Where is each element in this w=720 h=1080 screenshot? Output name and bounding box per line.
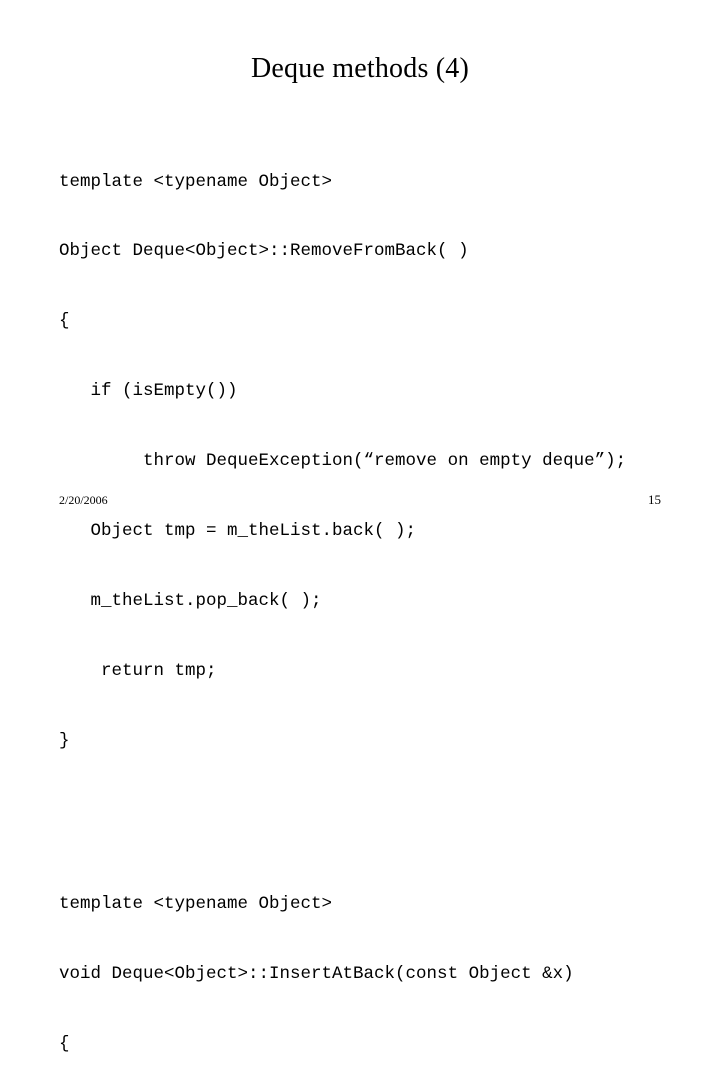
- code-area: template <typename Object> Object Deque<…: [59, 124, 699, 1080]
- slide: Deque methods (4) template <typename Obj…: [0, 0, 720, 1054]
- code-line: template <typename Object>: [59, 893, 333, 914]
- footer-page-number: 15: [648, 492, 661, 507]
- footer-date: 2/20/2006: [59, 493, 108, 507]
- code-line: }: [59, 730, 70, 751]
- page-title: Deque methods (4): [250, 53, 469, 84]
- code-line: if (isEmpty()): [59, 381, 238, 402]
- code-line: return tmp;: [59, 660, 217, 681]
- code-line: m_theList.pop_back( );: [59, 590, 322, 611]
- code-block-insert-at-back: template <typename Object> void Deque<Ob…: [59, 846, 699, 1080]
- code-block-separator: [59, 800, 699, 847]
- slide-footer: 2/20/2006 15: [0, 492, 720, 516]
- code-line: void Deque<Object>::InsertAtBack(const O…: [59, 963, 574, 984]
- code-line: {: [59, 1033, 70, 1054]
- code-block-remove-from-back: template <typename Object> Object Deque<…: [59, 124, 699, 800]
- code-line: throw DequeException(“remove on empty de…: [59, 451, 627, 472]
- code-line: {: [59, 311, 70, 332]
- code-line: template <typename Object>: [59, 171, 333, 192]
- code-line: Object Deque<Object>::RemoveFromBack( ): [59, 241, 469, 262]
